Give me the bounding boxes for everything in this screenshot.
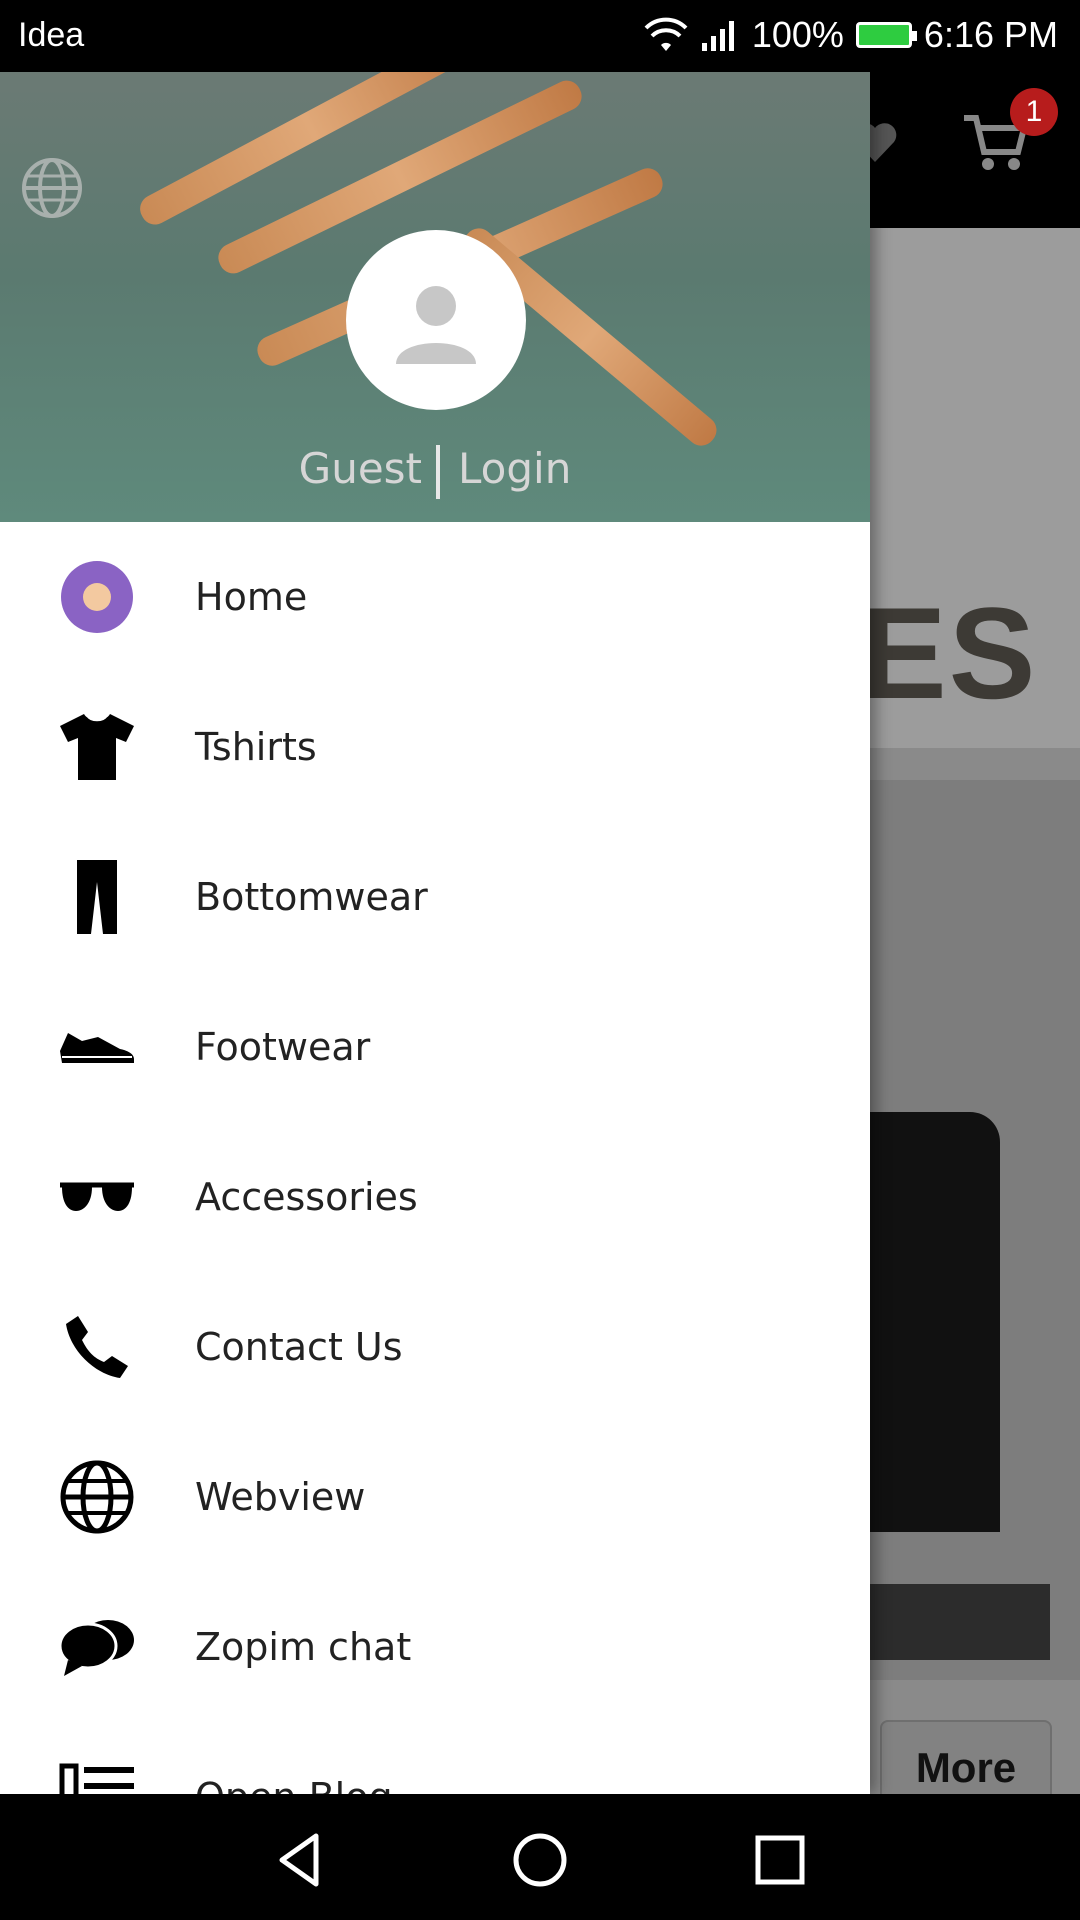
- chat-icon: [58, 1608, 136, 1686]
- system-navigation-bar: [0, 1794, 1080, 1920]
- drawer-item-zopim-chat[interactable]: Zopim chat: [0, 1572, 870, 1722]
- navigation-drawer: Guest Login Home Tshirts Bottomwear Foot…: [0, 72, 870, 1794]
- drawer-item-accessories[interactable]: Accessories: [0, 1122, 870, 1272]
- status-bar: Idea 100% 6:16 PM: [0, 0, 1080, 72]
- banner-text: ES: [860, 580, 1038, 726]
- more-button[interactable]: More: [880, 1720, 1052, 1794]
- drawer-item-label: Zopim chat: [195, 1625, 412, 1669]
- drawer-item-label: Home: [195, 575, 308, 619]
- cart-badge: 1: [1010, 88, 1058, 136]
- login-link[interactable]: Login: [458, 444, 571, 493]
- divider: [436, 444, 441, 499]
- tshirt-icon: [58, 708, 136, 786]
- phone-icon: [58, 1308, 136, 1386]
- battery-icon: [855, 22, 917, 48]
- drawer-item-label: Open Blog: [195, 1775, 393, 1794]
- recents-icon[interactable]: [750, 1830, 810, 1890]
- drawer-item-contact-us[interactable]: Contact Us: [0, 1272, 870, 1422]
- status-icons: 100% 6:16 PM: [644, 14, 1058, 56]
- carrier-name: Idea: [18, 16, 85, 54]
- wifi-icon: [644, 17, 688, 51]
- person-icon: [396, 286, 476, 364]
- home-button-icon[interactable]: [510, 1830, 570, 1890]
- language-globe-icon[interactable]: [20, 156, 84, 220]
- drawer-item-label: Accessories: [195, 1175, 418, 1219]
- user-status: Guest Login: [0, 444, 870, 499]
- pants-icon: [58, 858, 136, 936]
- drawer-item-label: Tshirts: [195, 725, 317, 769]
- drawer-item-label: Contact Us: [195, 1325, 403, 1369]
- product-action-button[interactable]: [860, 1584, 1050, 1660]
- sunglasses-icon: [58, 1158, 136, 1236]
- drawer-item-label: Footwear: [195, 1025, 371, 1069]
- product-image[interactable]: [860, 1112, 1000, 1532]
- shoe-icon: [58, 1008, 136, 1086]
- clock: 6:16 PM: [923, 14, 1058, 55]
- drawer-menu: Home Tshirts Bottomwear Footwear Accesso…: [0, 522, 870, 1794]
- globe-icon: [58, 1458, 136, 1536]
- signal-icon: [701, 21, 734, 51]
- home-icon: [58, 558, 136, 636]
- drawer-item-webview[interactable]: Webview: [0, 1422, 870, 1572]
- drawer-item-footwear[interactable]: Footwear: [0, 972, 870, 1122]
- back-icon[interactable]: [270, 1830, 330, 1890]
- drawer-header: Guest Login: [0, 72, 870, 522]
- drawer-item-label: Webview: [195, 1475, 366, 1519]
- blog-icon: [58, 1758, 136, 1794]
- drawer-item-bottomwear[interactable]: Bottomwear: [0, 822, 870, 972]
- drawer-item-home[interactable]: Home: [0, 522, 870, 672]
- drawer-item-label: Bottomwear: [195, 875, 428, 919]
- drawer-item-tshirts[interactable]: Tshirts: [0, 672, 870, 822]
- drawer-item-open-blog[interactable]: Open Blog: [0, 1722, 870, 1794]
- guest-label: Guest: [298, 444, 423, 493]
- battery-percent: 100%: [751, 14, 844, 55]
